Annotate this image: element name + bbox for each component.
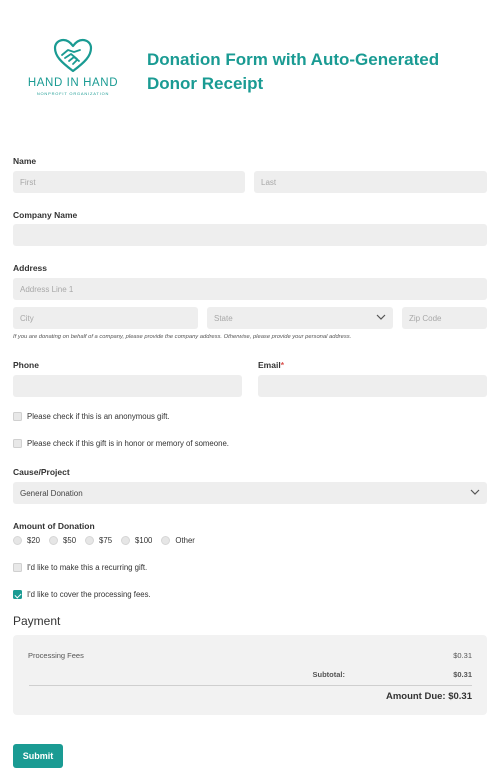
org-subtitle: NONPROFIT ORGANIZATION xyxy=(36,91,110,96)
chevron-down-icon xyxy=(376,314,386,320)
amount-due: Amount Due: $0.31 xyxy=(385,691,472,702)
honor-gift-label: Please check if this gift is in honor or… xyxy=(27,439,229,448)
email-input[interactable] xyxy=(258,375,487,397)
org-logo: HAND IN HAND NONPROFIT ORGANIZATION xyxy=(18,38,128,96)
payment-title: Payment xyxy=(13,614,61,628)
org-name: HAND IN HAND xyxy=(27,77,119,89)
cover-fees-checkbox[interactable] xyxy=(13,590,22,599)
amount-option-label: $50 xyxy=(63,536,77,545)
radio-button[interactable] xyxy=(161,536,171,545)
honor-gift-checkbox[interactable] xyxy=(13,439,22,448)
amount-option[interactable]: $20 xyxy=(13,536,40,545)
honor-gift-checkbox-row[interactable]: Please check if this gift is in honor or… xyxy=(13,439,229,448)
cover-fees-checkbox-row[interactable]: I'd like to cover the processing fees. xyxy=(13,590,151,599)
city-input[interactable]: City xyxy=(13,307,198,329)
anonymous-gift-label: Please check if this is an anonymous gif… xyxy=(27,412,170,421)
email-label-text: Email xyxy=(258,360,281,370)
submit-button[interactable]: Submit xyxy=(13,744,63,768)
recurring-gift-label: I'd like to make this a recurring gift. xyxy=(27,563,148,572)
address-note: If you are donating on behalf of a compa… xyxy=(13,334,352,340)
radio-button[interactable] xyxy=(49,536,59,545)
amount-label: Amount of Donation xyxy=(13,521,95,531)
subtotal-value: $0.31 xyxy=(453,670,472,679)
amount-option[interactable]: $100 xyxy=(121,536,152,545)
recurring-gift-checkbox[interactable] xyxy=(13,563,22,572)
address-line1-input[interactable]: Address Line 1 xyxy=(13,278,487,300)
radio-button[interactable] xyxy=(121,536,131,545)
processing-fees-label: Processing Fees xyxy=(28,651,84,660)
payment-divider xyxy=(29,685,472,686)
phone-input[interactable] xyxy=(13,375,242,397)
recurring-gift-checkbox-row[interactable]: I'd like to make this a recurring gift. xyxy=(13,563,147,572)
state-select[interactable]: State xyxy=(207,307,393,329)
email-label: Email* xyxy=(258,360,284,370)
zip-input[interactable]: Zip Code xyxy=(402,307,487,329)
subtotal-label: Subtotal: xyxy=(312,670,346,679)
radio-button[interactable] xyxy=(13,536,22,545)
amount-option-label: $100 xyxy=(135,536,153,545)
amount-option-label: $75 xyxy=(99,536,113,545)
form-header: HAND IN HAND NONPROFIT ORGANIZATION Dona… xyxy=(0,0,500,130)
cause-select[interactable]: General Donation xyxy=(13,482,487,504)
cause-select-value: General Donation xyxy=(20,488,83,498)
phone-label: Phone xyxy=(13,360,39,370)
amount-option[interactable]: $75 xyxy=(85,536,112,545)
radio-button[interactable] xyxy=(85,536,95,545)
cover-fees-label: I'd like to cover the processing fees. xyxy=(27,590,151,599)
address-label: Address xyxy=(13,263,48,273)
company-input[interactable] xyxy=(13,224,487,246)
chevron-down-icon xyxy=(470,489,480,495)
anonymous-gift-checkbox-row[interactable]: Please check if this is an anonymous gif… xyxy=(13,412,170,421)
state-select-value: State xyxy=(214,313,233,323)
processing-fees-value: $0.31 xyxy=(453,651,472,660)
last-name-input[interactable]: Last xyxy=(254,171,487,193)
amount-radio-group: $20 $50 $75 $100 Other xyxy=(13,536,204,545)
amount-option-label: Other xyxy=(175,536,195,545)
amount-option[interactable]: Other xyxy=(161,536,195,545)
name-label: Name xyxy=(13,156,37,166)
payment-summary: Processing Fees $0.31 Subtotal: $0.31 Am… xyxy=(13,635,487,715)
amount-option[interactable]: $50 xyxy=(49,536,76,545)
anonymous-gift-checkbox[interactable] xyxy=(13,412,22,421)
company-label: Company Name xyxy=(13,210,78,220)
handshake-heart-icon xyxy=(53,38,93,73)
required-mark: * xyxy=(280,360,284,370)
amount-option-label: $20 xyxy=(27,536,41,545)
cause-label: Cause/Project xyxy=(13,467,70,477)
form-title: Donation Form with Auto-Generated Donor … xyxy=(147,50,440,93)
first-name-input[interactable]: First xyxy=(13,171,245,193)
